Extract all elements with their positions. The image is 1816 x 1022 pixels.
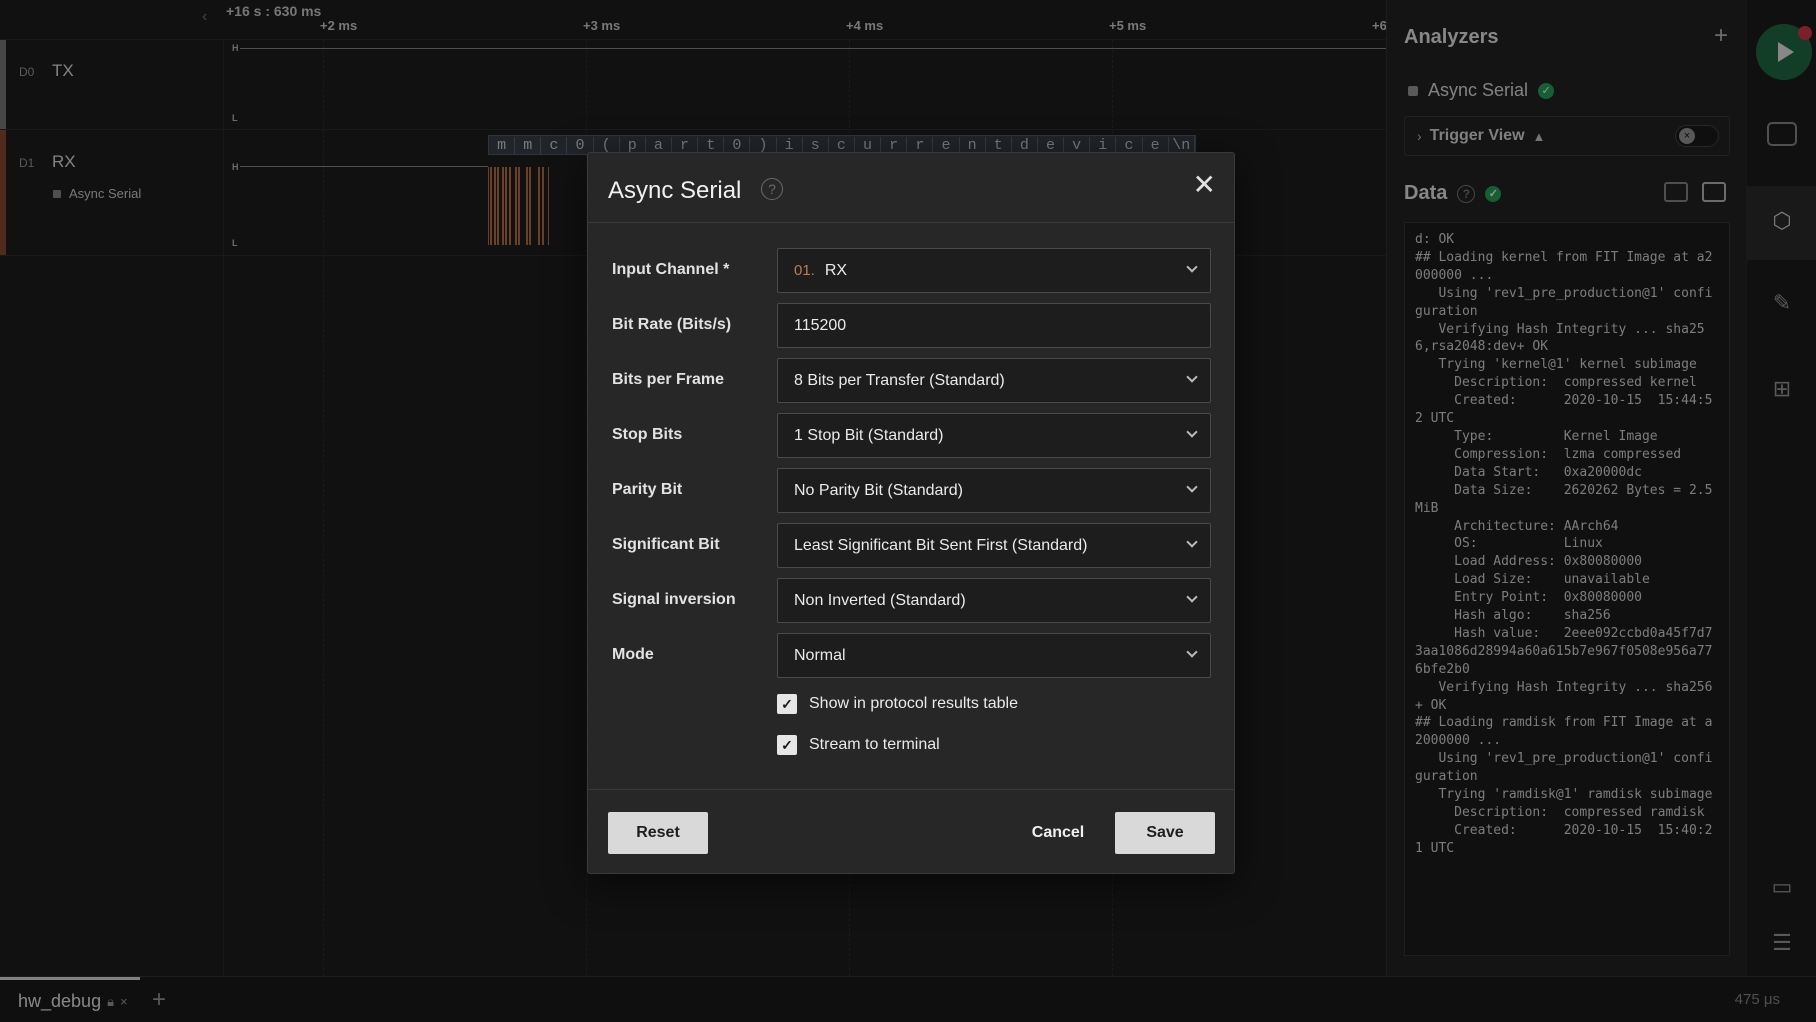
bit-rate-input[interactable]: 115200 — [777, 303, 1211, 348]
field-label: Significant Bit — [612, 536, 720, 553]
field-label: Stop Bits — [612, 426, 683, 443]
cancel-button[interactable]: Cancel — [1008, 812, 1108, 854]
signal-inversion-row: Signal inversion Non Inverted (Standard) — [588, 578, 1234, 623]
stop-bits-row: Stop Bits 1 Stop Bit (Standard) — [588, 413, 1234, 458]
dialog-title: Async Serial — [608, 177, 742, 204]
async-serial-dialog: Async Serial ? ✕ Input Channel * 01. RX … — [587, 152, 1235, 874]
mode-select[interactable]: Normal — [777, 633, 1211, 678]
chevron-down-icon — [1186, 371, 1198, 383]
signal-inversion-select[interactable]: Non Inverted (Standard) — [777, 578, 1211, 623]
field-value: Normal — [794, 646, 846, 664]
mode-row: Mode Normal — [588, 633, 1234, 678]
chevron-down-icon — [1186, 536, 1198, 548]
bits-per-frame-row: Bits per Frame 8 Bits per Transfer (Stan… — [588, 358, 1234, 403]
stop-bits-select[interactable]: 1 Stop Bit (Standard) — [777, 413, 1211, 458]
checkbox-label: Show in protocol results table — [809, 695, 1018, 712]
field-value: 115200 — [794, 316, 847, 334]
input-channel-row: Input Channel * 01. RX — [588, 248, 1234, 293]
field-label: Input Channel * — [612, 261, 730, 278]
field-value: RX — [824, 261, 848, 279]
field-value: No Parity Bit (Standard) — [794, 481, 963, 499]
field-label: Bits per Frame — [612, 371, 725, 388]
save-button[interactable]: Save — [1115, 812, 1215, 854]
dialog-footer: Reset Cancel Save — [588, 789, 1234, 875]
show-in-results-checkbox[interactable]: ✓ Show in protocol results table — [777, 694, 1018, 714]
input-channel-select[interactable]: 01. RX — [777, 248, 1211, 293]
field-value: Non Inverted (Standard) — [794, 591, 966, 609]
parity-bit-select[interactable]: No Parity Bit (Standard) — [777, 468, 1211, 513]
chevron-down-icon — [1186, 481, 1198, 493]
field-label: Bit Rate (Bits/s) — [612, 316, 732, 333]
field-label: Signal inversion — [612, 591, 736, 608]
checkbox-label: Stream to terminal — [809, 736, 940, 753]
checkbox-checked-icon[interactable]: ✓ — [777, 735, 797, 755]
chevron-down-icon — [1186, 261, 1198, 273]
chevron-down-icon — [1186, 426, 1198, 438]
dialog-header: Async Serial ? ✕ — [588, 153, 1234, 223]
bit-rate-row: Bit Rate (Bits/s) 115200 — [588, 303, 1234, 348]
significant-bit-select[interactable]: Least Significant Bit Sent First (Standa… — [777, 523, 1211, 568]
field-label: Parity Bit — [612, 481, 683, 498]
field-value: 1 Stop Bit (Standard) — [794, 426, 944, 444]
field-value: 8 Bits per Transfer (Standard) — [794, 371, 1005, 389]
reset-button[interactable]: Reset — [608, 812, 708, 854]
stream-to-terminal-checkbox[interactable]: ✓ Stream to terminal — [777, 735, 940, 755]
parity-bit-row: Parity Bit No Parity Bit (Standard) — [588, 468, 1234, 513]
help-icon[interactable]: ? — [761, 178, 783, 200]
chevron-down-icon — [1186, 591, 1198, 603]
close-icon[interactable]: ✕ — [1193, 171, 1216, 199]
checkbox-checked-icon[interactable]: ✓ — [777, 694, 797, 714]
bits-per-frame-select[interactable]: 8 Bits per Transfer (Standard) — [777, 358, 1211, 403]
significant-bit-row: Significant Bit Least Significant Bit Se… — [588, 523, 1234, 568]
field-value: Least Significant Bit Sent First (Standa… — [794, 536, 1088, 554]
chevron-down-icon — [1186, 646, 1198, 658]
field-label: Mode — [612, 646, 654, 663]
channel-number: 01. — [794, 262, 815, 279]
